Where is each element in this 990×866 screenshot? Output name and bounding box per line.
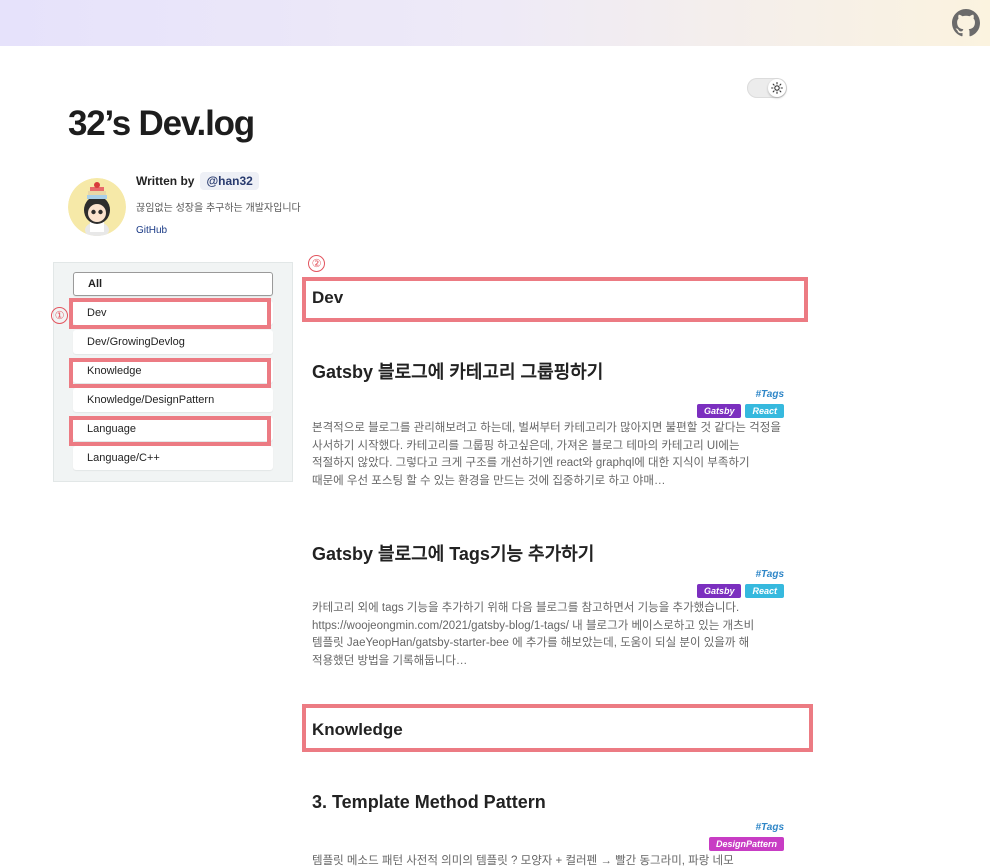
category-dev-growingdevlog[interactable]: Dev/GrowingDevlog	[73, 330, 273, 354]
category-dev[interactable]: Dev	[73, 301, 273, 325]
top-header-bar	[0, 0, 990, 46]
tag-react[interactable]: React	[745, 404, 784, 418]
category-knowledge-designpattern[interactable]: Knowledge/DesignPattern	[73, 388, 273, 412]
sun-icon	[771, 82, 783, 94]
post-excerpt: 본격적으로 블로그를 관리해보려고 하는데, 벌써부터 카테고리가 많아지면 불…	[312, 422, 781, 487]
annotation-marker-2: ②	[308, 255, 325, 272]
author-description: 끊임없는 성장을 추구하는 개발자입니다	[136, 203, 301, 214]
tags-label: #Tags	[755, 569, 784, 580]
tag-gatsby[interactable]: Gatsby	[696, 584, 742, 598]
author-handle[interactable]: @han32	[200, 172, 259, 190]
post-title[interactable]: Gatsby 블로그에 Tags기능 추가하기	[312, 540, 594, 566]
author-line: Written by @han32	[136, 172, 301, 190]
annotation-marker-1: ①	[51, 307, 68, 324]
tag-list: Gatsby React	[696, 584, 784, 598]
category-language-cpp[interactable]: Language/C++	[73, 446, 273, 470]
github-icon[interactable]	[952, 9, 980, 37]
theme-toggle[interactable]	[747, 78, 787, 98]
tag-list: DesignPattern	[708, 837, 784, 851]
avatar	[68, 178, 126, 236]
blog-title[interactable]: 32’s Dev.log	[68, 104, 255, 144]
written-by-label: Written by	[136, 174, 195, 188]
tag-react[interactable]: React	[745, 584, 784, 598]
tags-label: #Tags	[755, 822, 784, 833]
category-all[interactable]: All	[73, 272, 273, 296]
tags-label: #Tags	[755, 389, 784, 400]
section-heading-knowledge: Knowledge	[312, 720, 403, 739]
category-language[interactable]: Language	[73, 417, 273, 441]
tag-gatsby[interactable]: Gatsby	[696, 404, 742, 418]
category-sidebar: All Dev Dev/GrowingDevlog Knowledge Know…	[53, 262, 293, 482]
tag-designpattern[interactable]: DesignPattern	[708, 837, 784, 851]
post-title[interactable]: Gatsby 블로그에 카테고리 그룹핑하기	[312, 358, 603, 384]
post-excerpt: 템플릿 메소드 패턴 사전적 의미의 템플릿 ? 모양자 + 컬러펜 → 빨간 …	[312, 855, 734, 866]
highlight-box-section-dev	[302, 277, 808, 322]
toggle-knob	[768, 79, 786, 97]
github-link[interactable]: GitHub	[136, 225, 167, 236]
post-title[interactable]: 3. Template Method Pattern	[312, 792, 546, 813]
category-knowledge[interactable]: Knowledge	[73, 359, 273, 383]
section-heading-dev: Dev	[312, 288, 344, 307]
tag-list: Gatsby React	[696, 404, 784, 418]
post-excerpt: 카테고리 외에 tags 기능을 추가하기 위해 다음 블로그를 참고하면서 기…	[312, 602, 755, 667]
author-bio: Written by @han32 끊임없는 성장을 추구하는 개발자입니다 G…	[136, 172, 301, 238]
